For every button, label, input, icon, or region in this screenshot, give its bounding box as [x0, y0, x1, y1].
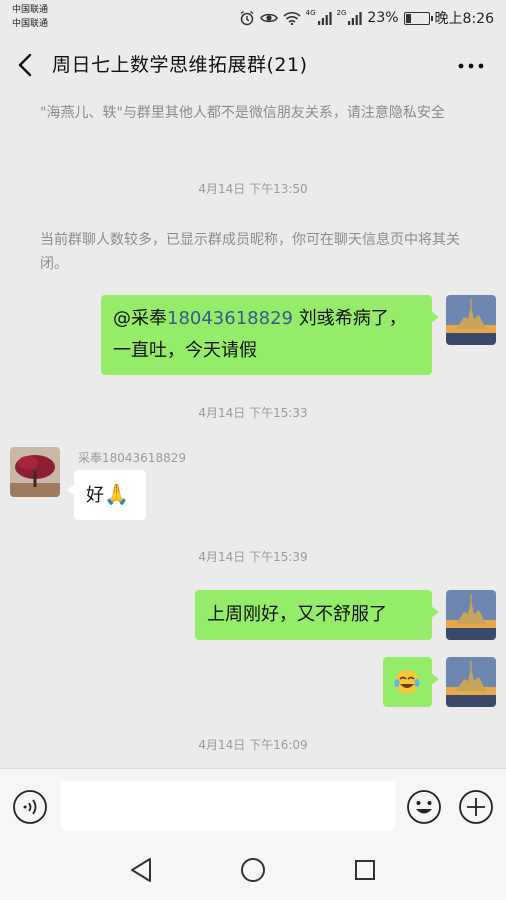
carrier-label-2: 中国联通	[12, 19, 49, 29]
castle-avatar-image	[446, 590, 496, 640]
castle-avatar-image	[446, 657, 496, 707]
praying-hands-emoji: 🙏	[104, 482, 129, 506]
red-tree-avatar-image	[10, 447, 60, 497]
status-icons: 4G 2G 23% 晚上8:26	[239, 8, 494, 28]
message-bubble-outgoing[interactable]: 上周刚好，又不舒服了	[195, 590, 439, 640]
network-type-2: 2G	[336, 9, 347, 17]
avatar-self[interactable]	[446, 590, 496, 640]
more-dots-icon[interactable]	[456, 56, 486, 76]
timestamp: 4月14日 下午15:39	[198, 550, 308, 564]
battery-icon	[403, 11, 433, 25]
mention-phone-number[interactable]: 18043618829	[167, 308, 293, 329]
battery-fill	[405, 13, 412, 23]
signal-icon-2	[348, 12, 363, 25]
chat-header: 周日七上数学思维拓展群(21)	[0, 36, 506, 94]
crying-laughing-emoji	[394, 670, 420, 694]
network-type-1: 4G	[305, 9, 316, 17]
system-notice-nickname: 当前群聊人数较多，已显示群成员昵称，你可在聊天信息页中将其关闭。	[40, 232, 460, 272]
home-circle-icon[interactable]	[239, 856, 267, 884]
recents-square-icon[interactable]	[352, 856, 378, 884]
timestamp: 4月14日 下午13:50	[198, 182, 308, 196]
avatar-sender[interactable]	[10, 447, 60, 497]
battery-percent: 23%	[367, 10, 399, 26]
signal-icon	[317, 12, 332, 25]
voice-icon[interactable]	[12, 789, 48, 825]
message-text-line2: 一直吐，今天请假	[113, 340, 257, 361]
avatar-self[interactable]	[446, 657, 496, 707]
message-text: 上周刚好，又不舒服了	[207, 604, 387, 625]
sender-name: 采奉18043618829	[78, 451, 186, 465]
plus-icon[interactable]	[458, 789, 494, 825]
system-nav-bar	[0, 842, 506, 900]
back-chevron-icon[interactable]	[12, 50, 40, 80]
emoji-icon[interactable]	[406, 789, 442, 825]
chat-title: 周日七上数学思维拓展群(21)	[52, 54, 308, 76]
avatar-self[interactable]	[446, 295, 496, 345]
eye-icon	[259, 13, 278, 23]
message-bubble-outgoing[interactable]: @采奉18043618829 刘彧希病了， 一直吐，今天请假	[101, 295, 439, 375]
clock: 晚上8:26	[434, 11, 494, 27]
alarm-icon	[240, 10, 254, 26]
timestamp: 4月14日 下午15:33	[198, 406, 308, 420]
wifi-icon	[283, 12, 301, 25]
message-text: 好	[86, 485, 104, 506]
timestamp: 4月14日 下午16:09	[198, 738, 308, 752]
input-bar	[0, 768, 506, 842]
back-triangle-icon[interactable]	[128, 856, 154, 884]
carrier-label-1: 中国联通	[12, 5, 49, 15]
message-text: 刘彧希病了，	[292, 308, 407, 329]
message-bubble-outgoing[interactable]	[383, 657, 439, 707]
mention-name: @采奉	[113, 308, 167, 329]
message-input[interactable]	[61, 781, 395, 831]
status-bar: 中国联通 中国联通 4G 2G 23% 晚上8:26	[0, 0, 506, 36]
system-notice-privacy: "海燕儿、轶"与群里其他人都不是微信朋友关系，请注意隐私安全	[40, 105, 445, 121]
message-bubble-incoming[interactable]: 好🙏	[67, 470, 146, 520]
castle-avatar-image	[446, 295, 496, 345]
